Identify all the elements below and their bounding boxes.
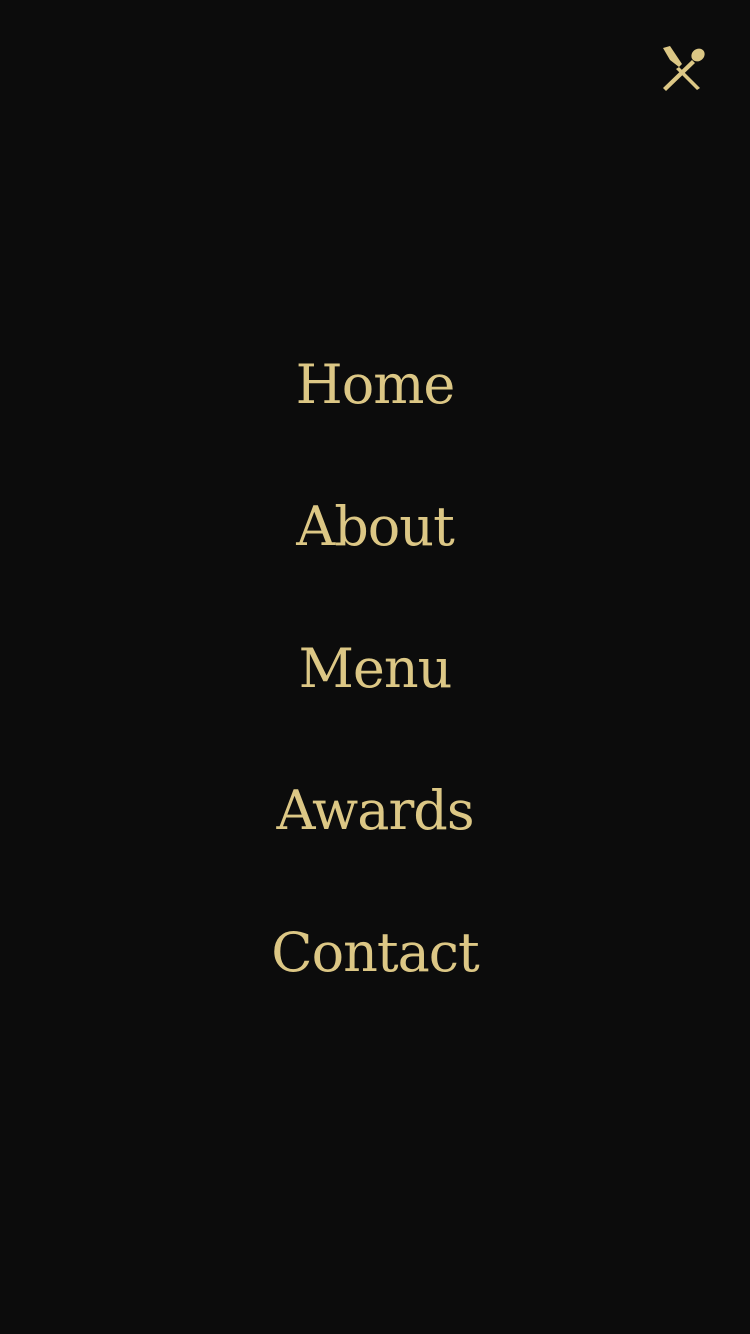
knife-spoon-icon: [663, 46, 705, 91]
nav-item-menu[interactable]: Menu: [0, 629, 750, 771]
nav-item-home[interactable]: Home: [0, 345, 750, 487]
nav-item-contact[interactable]: Contact: [0, 913, 750, 1055]
nav-item-awards[interactable]: Awards: [0, 771, 750, 913]
close-menu-button[interactable]: [660, 44, 708, 92]
nav-item-about[interactable]: About: [0, 487, 750, 629]
main-nav: Home About Menu Awards Contact: [0, 345, 750, 1055]
